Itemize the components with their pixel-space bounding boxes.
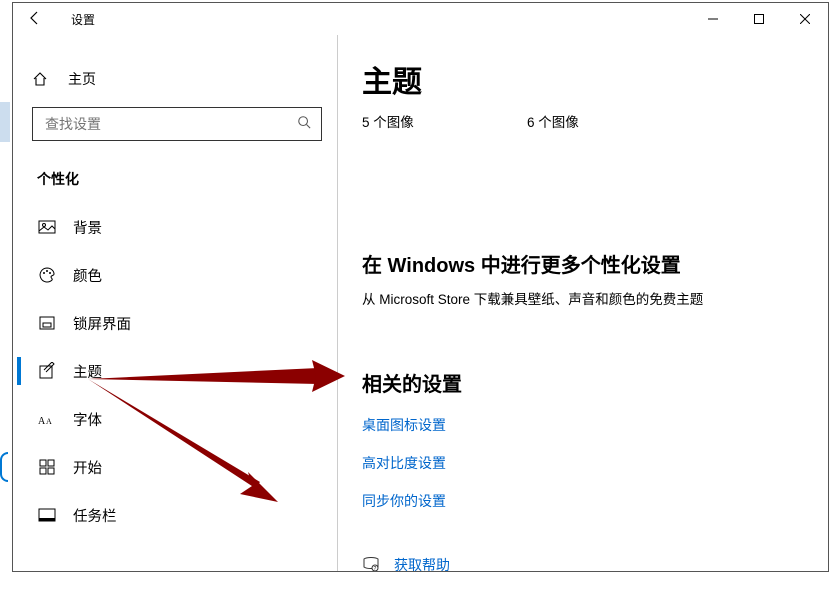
settings-window: 设置 主页 个性化 背景: [12, 2, 829, 572]
sidebar-item-background[interactable]: 背景: [17, 203, 337, 251]
home-nav[interactable]: 主页: [17, 59, 337, 99]
related-settings-title: 相关的设置: [362, 368, 828, 397]
back-button[interactable]: [27, 10, 43, 29]
fonts-icon: AA: [37, 410, 57, 428]
sidebar-item-label: 主题: [73, 361, 102, 382]
sidebar: 主页 个性化 背景 颜色 锁屏界面: [13, 35, 338, 571]
palette-icon: [37, 266, 57, 284]
theme-count-left: 5 个图像: [362, 111, 527, 131]
search-icon: [297, 115, 311, 134]
search-box[interactable]: [32, 107, 322, 141]
link-get-help[interactable]: ? 获取帮助: [362, 555, 828, 571]
sidebar-item-label: 颜色: [73, 265, 102, 286]
sidebar-item-taskbar[interactable]: 任务栏: [17, 491, 337, 539]
sidebar-item-label: 开始: [73, 457, 102, 478]
sidebar-item-start[interactable]: 开始: [17, 443, 337, 491]
home-label: 主页: [68, 69, 96, 89]
themes-icon: [37, 362, 57, 380]
link-high-contrast-settings[interactable]: 高对比度设置: [362, 453, 828, 473]
home-icon: [32, 71, 52, 87]
start-icon: [37, 458, 57, 476]
sidebar-item-label: 背景: [73, 217, 102, 238]
sidebar-item-fonts[interactable]: AA 字体: [17, 395, 337, 443]
sidebar-item-label: 字体: [73, 409, 102, 430]
close-button[interactable]: [782, 3, 828, 35]
more-personalization-hint: 从 Microsoft Store 下载兼具壁纸、声音和颜色的免费主题: [362, 288, 828, 308]
picture-icon: [37, 218, 57, 236]
minimize-button[interactable]: [690, 3, 736, 35]
help-icon: ?: [362, 556, 382, 571]
svg-text:A: A: [38, 416, 46, 427]
link-desktop-icon-settings[interactable]: 桌面图标设置: [362, 415, 828, 435]
sidebar-section-title: 个性化: [37, 169, 337, 189]
sidebar-item-lockscreen[interactable]: 锁屏界面: [17, 299, 337, 347]
sidebar-item-label: 锁屏界面: [73, 313, 131, 334]
svg-text:A: A: [46, 417, 52, 426]
lockscreen-icon: [37, 314, 57, 332]
help-label: 获取帮助: [394, 555, 450, 571]
link-sync-settings[interactable]: 同步你的设置: [362, 491, 828, 511]
more-personalization-title: 在 Windows 中进行更多个性化设置: [362, 249, 828, 278]
sidebar-item-label: 任务栏: [73, 505, 117, 526]
taskbar-icon: [37, 506, 57, 524]
maximize-button[interactable]: [736, 3, 782, 35]
page-heading: 主题: [362, 57, 828, 101]
window-title: 设置: [71, 11, 95, 28]
sidebar-item-colors[interactable]: 颜色: [17, 251, 337, 299]
titlebar: 设置: [13, 3, 828, 35]
sidebar-item-themes[interactable]: 主题: [17, 347, 337, 395]
svg-text:?: ?: [374, 566, 377, 571]
main-content: 主题 5 个图像 6 个图像 在 Windows 中进行更多个性化设置 从 Mi…: [338, 35, 828, 571]
theme-count-right: 6 个图像: [527, 111, 579, 131]
search-input[interactable]: [43, 115, 297, 133]
